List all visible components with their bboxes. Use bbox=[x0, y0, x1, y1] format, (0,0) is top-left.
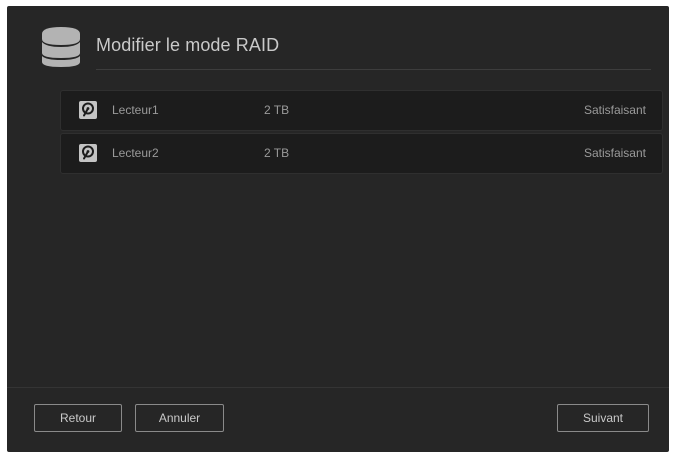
dialog-header: Modifier le mode RAID bbox=[7, 6, 669, 76]
drive-status: Satisfaisant bbox=[583, 146, 646, 160]
drive-size: 2 TB bbox=[264, 146, 290, 160]
hard-drive-icon bbox=[79, 144, 97, 162]
back-button[interactable]: Retour bbox=[34, 404, 122, 432]
database-icon bbox=[42, 27, 80, 67]
drive-list: Lecteur1 2 TB Satisfaisant Lecteur2 2 TB… bbox=[60, 90, 663, 176]
drive-row-lecteur2[interactable]: Lecteur2 2 TB Satisfaisant bbox=[60, 133, 663, 174]
next-button[interactable]: Suivant bbox=[557, 404, 649, 432]
drive-name: Lecteur2 bbox=[112, 146, 159, 160]
footer-divider bbox=[7, 387, 669, 388]
raid-mode-dialog: Modifier le mode RAID Lecteur1 2 TB Sati… bbox=[7, 6, 669, 452]
hard-drive-icon bbox=[79, 101, 97, 119]
page-title: Modifier le mode RAID bbox=[96, 35, 280, 55]
drive-name: Lecteur1 bbox=[112, 103, 159, 117]
drive-size: 2 TB bbox=[264, 103, 290, 117]
cancel-button[interactable]: Annuler bbox=[135, 404, 224, 432]
drive-status: Satisfaisant bbox=[583, 103, 646, 117]
drive-row-lecteur1[interactable]: Lecteur1 2 TB Satisfaisant bbox=[60, 90, 663, 131]
title-divider bbox=[96, 69, 651, 70]
